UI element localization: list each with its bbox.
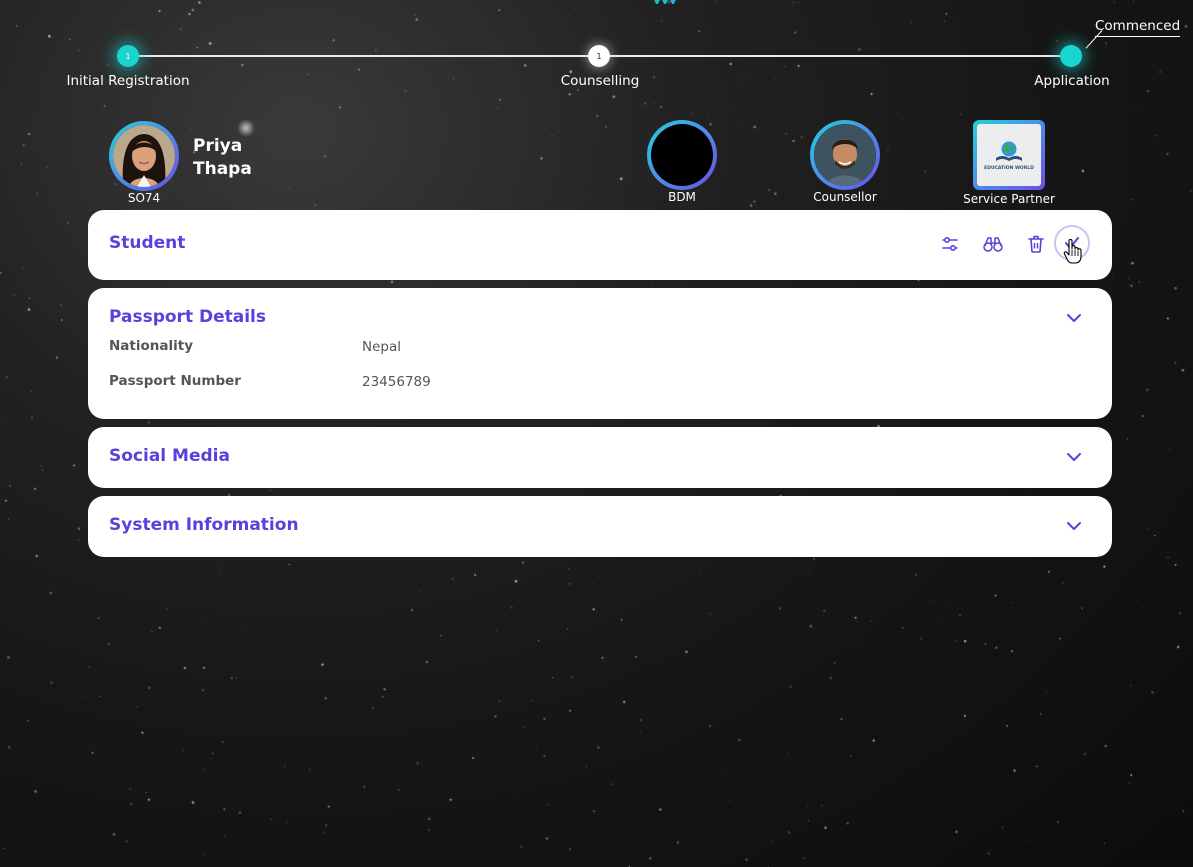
system-information-card[interactable]: System Information	[88, 496, 1112, 557]
service-partner-label: Service Partner	[963, 192, 1055, 206]
student-code: SO74	[127, 191, 161, 205]
student-last-name: Thapa	[193, 159, 252, 179]
step-badge: 1	[125, 51, 131, 61]
chevron-down-icon[interactable]	[1065, 448, 1083, 466]
student-photo-icon	[113, 125, 175, 187]
nationality-label: Nationality	[109, 338, 193, 354]
chevron-down-icon[interactable]	[1065, 309, 1083, 327]
social-media-card[interactable]: Social Media	[88, 427, 1112, 488]
step-application-label: Application	[1034, 73, 1110, 89]
bdm-avatar[interactable]	[647, 120, 717, 190]
social-media-title: Social Media	[109, 446, 230, 466]
step-counselling-dot[interactable]: 1	[588, 45, 610, 67]
step-initial-registration-dot[interactable]: 1	[117, 45, 139, 67]
student-card-title: Student	[109, 233, 186, 253]
step-badge: 1	[596, 51, 602, 61]
service-partner-logo[interactable]: EDUCATION WORLD	[973, 120, 1045, 190]
passport-details-card: Passport Details Nationality Nepal Passp…	[88, 288, 1112, 419]
education-world-logo-icon	[996, 141, 1022, 161]
counsellor-photo-icon	[814, 124, 876, 186]
bdm-label: BDM	[668, 190, 696, 204]
passport-number-label: Passport Number	[109, 373, 241, 389]
nationality-value: Nepal	[362, 339, 401, 355]
status-commenced: Commenced	[1095, 18, 1181, 37]
student-avatar[interactable]	[109, 121, 179, 191]
trash-icon[interactable]	[1025, 233, 1047, 255]
step-counselling-label: Counselling	[560, 73, 640, 89]
chevron-down-icon[interactable]	[1065, 517, 1083, 535]
partner-logo-text: EDUCATION WORLD	[984, 165, 1034, 171]
passport-details-title: Passport Details	[109, 307, 267, 327]
step-initial-registration-label: Initial Registration	[66, 73, 190, 89]
system-information-title: System Information	[109, 515, 299, 535]
brand-logo-icon	[654, 0, 676, 4]
counsellor-avatar[interactable]	[810, 120, 880, 190]
student-name: Priya Thapa	[193, 135, 252, 181]
binoculars-icon[interactable]	[982, 233, 1004, 255]
student-first-name: Priya	[193, 136, 243, 156]
step-application-dot[interactable]	[1060, 45, 1082, 67]
sliders-icon[interactable]	[939, 233, 961, 255]
passport-number-value: 23456789	[362, 374, 431, 390]
bdm-photo-placeholder	[651, 124, 713, 186]
counsellor-label: Counsellor	[813, 190, 877, 204]
student-card: Student	[88, 210, 1112, 280]
hand-cursor-icon	[1063, 239, 1082, 264]
